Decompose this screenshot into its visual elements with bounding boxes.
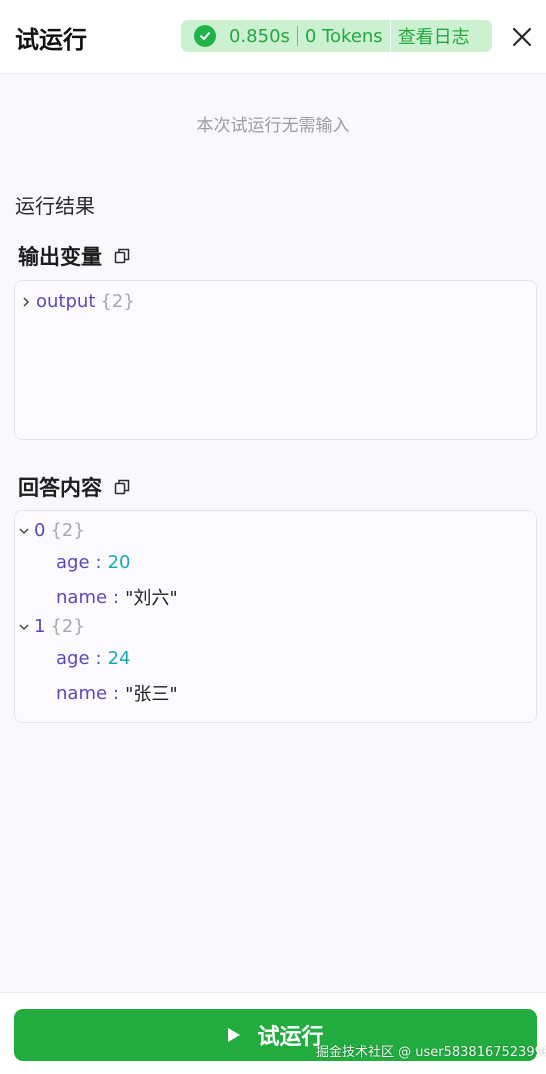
tree-node-output[interactable]: output {2}: [20, 291, 135, 312]
token-count: 0 Tokens: [304, 25, 383, 47]
tree-field-age: age : 20: [56, 552, 131, 573]
watermark: 掘金技术社区 @ user5838167523996: [316, 1045, 546, 1060]
field-value: "张三": [125, 684, 178, 705]
run-results-title: 运行结果: [15, 194, 95, 218]
close-icon: [512, 27, 532, 47]
close-button[interactable]: [510, 25, 534, 49]
tree-count: {2}: [50, 616, 85, 637]
run-status-badge: 0.850s 0 Tokens 查看日志: [181, 20, 492, 52]
divider: [296, 26, 298, 46]
divider: [389, 20, 391, 52]
answer-content-label: 回答内容: [18, 472, 130, 502]
tree-key: output: [36, 291, 96, 312]
no-input-hint: 本次试运行无需输入: [196, 116, 350, 136]
field-colon: :: [95, 648, 102, 669]
field-value: "刘六": [125, 588, 178, 609]
copy-icon[interactable]: [114, 479, 130, 495]
field-key: name: [56, 586, 108, 608]
check-circle-icon: [194, 25, 216, 47]
copy-icon[interactable]: [114, 248, 130, 264]
tree-key: 1: [34, 616, 46, 637]
tree-field-age: age : 24: [56, 648, 131, 669]
header: 试运行 0.850s 0 Tokens 查看日志: [0, 0, 546, 74]
output-vars-label-text: 输出变量: [18, 245, 102, 269]
chevron-right-icon[interactable]: [20, 296, 32, 308]
field-value: 20: [107, 552, 131, 573]
field-colon: :: [95, 552, 102, 573]
run-duration: 0.850s: [229, 25, 290, 47]
tree-key: 0: [34, 520, 46, 541]
tree-field-name: name : "张三": [56, 680, 178, 706]
field-key: age: [56, 552, 90, 573]
chevron-down-icon[interactable]: [18, 621, 30, 633]
field-colon: :: [113, 586, 120, 608]
field-colon: :: [113, 682, 120, 704]
tree-count: {2}: [50, 520, 85, 541]
tree-count: {2}: [100, 291, 135, 312]
tree-node-item-1[interactable]: 1 {2}: [18, 616, 85, 637]
panel-title: 试运行: [15, 26, 87, 54]
chevron-down-icon[interactable]: [18, 525, 30, 537]
tree-field-name: name : "刘六": [56, 584, 178, 610]
output-vars-panel: output {2}: [14, 280, 537, 440]
field-key: age: [56, 648, 90, 669]
field-key: name: [56, 682, 108, 704]
test-run-button-label: 试运行: [257, 1025, 324, 1050]
answer-content-panel: 0 {2} age : 20 name : "刘六" 1 {2} age : 2…: [14, 510, 537, 723]
output-vars-label: 输出变量: [18, 241, 130, 271]
field-value: 24: [107, 648, 131, 669]
play-icon: [228, 1028, 241, 1042]
answer-content-label-text: 回答内容: [18, 476, 102, 500]
view-log-link[interactable]: 查看日志: [398, 23, 470, 49]
tree-node-item-0[interactable]: 0 {2}: [18, 520, 85, 541]
